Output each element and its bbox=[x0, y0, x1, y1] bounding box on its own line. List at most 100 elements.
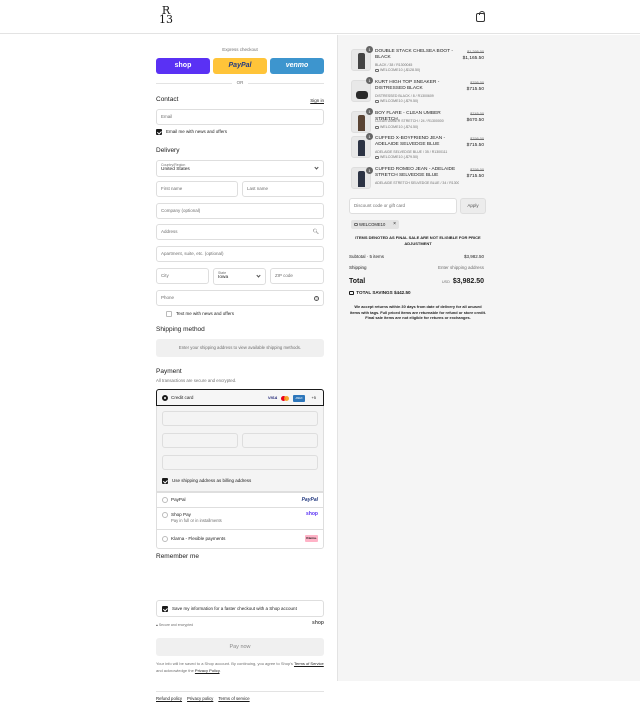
security-code-field[interactable] bbox=[242, 433, 318, 448]
currency-code: USD bbox=[441, 280, 450, 284]
country-select[interactable]: Country/Region United States bbox=[156, 160, 324, 177]
address-field[interactable]: Address 🔍︎ bbox=[156, 224, 324, 240]
discounted-price: $1,165.50 bbox=[462, 56, 484, 61]
quantity-badge: 1 bbox=[366, 108, 373, 115]
shop-pay-radio[interactable] bbox=[162, 512, 168, 518]
first-name-placeholder: First name bbox=[161, 186, 183, 191]
express-checkout-title: Express checkout bbox=[222, 47, 258, 52]
first-name-field[interactable]: First name bbox=[156, 181, 238, 197]
shopping-bag-icon[interactable] bbox=[476, 11, 485, 22]
fine-end: . bbox=[219, 667, 221, 673]
privacy-policy-link[interactable]: Privacy policy bbox=[187, 696, 213, 701]
shop-pay-button[interactable]: shop bbox=[156, 58, 210, 74]
klarna-logo: Klarna. bbox=[305, 535, 318, 542]
credit-card-option[interactable]: Credit card VISA AMEX +5 bbox=[156, 389, 324, 406]
phone-field[interactable]: Phone ? bbox=[156, 290, 324, 306]
tag-icon bbox=[375, 99, 379, 103]
text-offers-checkbox[interactable] bbox=[166, 311, 172, 317]
logo-number: 13 bbox=[159, 13, 173, 26]
terms-of-service-link[interactable]: Terms of service bbox=[218, 696, 249, 701]
save-info-label: Save my information for a faster checkou… bbox=[172, 606, 297, 611]
item-discount-label: WELCOME10 (-$79.50) bbox=[380, 155, 419, 159]
remove-discount-icon[interactable]: × bbox=[393, 220, 396, 229]
original-price: $1,295.00 bbox=[467, 50, 484, 54]
email-field[interactable]: Email bbox=[156, 109, 324, 125]
or-label: OR bbox=[236, 80, 244, 85]
item-variant: BLACK / 38 / R1300045 bbox=[375, 63, 413, 67]
paypal-radio[interactable] bbox=[162, 497, 168, 503]
quantity-badge: 1 bbox=[366, 77, 373, 84]
klarna-radio[interactable] bbox=[162, 536, 168, 542]
item-discount: WELCOME10 (-$79.50) bbox=[375, 155, 418, 159]
venmo-button[interactable]: venmo bbox=[270, 58, 324, 74]
city-placeholder: City bbox=[161, 273, 169, 278]
last-name-field[interactable]: Last name bbox=[242, 181, 324, 197]
chevron-down-icon bbox=[256, 273, 261, 278]
expiration-field[interactable] bbox=[162, 433, 238, 448]
news-checkbox[interactable] bbox=[156, 129, 162, 135]
site-header: R 13 bbox=[0, 0, 640, 34]
state-value: Iowa bbox=[218, 275, 229, 280]
apartment-field[interactable]: Apartment, suite, etc. (optional) bbox=[156, 246, 324, 262]
address-placeholder: Address bbox=[161, 229, 178, 234]
tag-icon bbox=[375, 155, 379, 159]
payment-heading: Payment bbox=[156, 368, 182, 375]
shop-pay-option[interactable]: Shop Pay Pay in full or in installments … bbox=[157, 507, 323, 529]
name-on-card-field[interactable] bbox=[162, 455, 318, 470]
item-discount-label: WELCOME10 (-$128.50) bbox=[380, 68, 421, 72]
original-price: $795.00 bbox=[470, 137, 484, 141]
zip-field[interactable]: ZIP code bbox=[270, 268, 324, 284]
billing-checkbox[interactable] bbox=[162, 478, 168, 484]
total-label: Total bbox=[349, 278, 366, 285]
shipping-method-placeholder: Enter your shipping address to view avai… bbox=[156, 339, 324, 357]
company-placeholder: Company (optional) bbox=[161, 208, 201, 213]
shop-pay-logo: shop bbox=[306, 511, 318, 517]
paypal-option[interactable]: PayPal PayPal bbox=[157, 492, 323, 507]
store-logo[interactable]: R 13 bbox=[158, 5, 174, 28]
paypal-label: PayPal bbox=[171, 497, 186, 502]
apply-discount-button[interactable]: Apply bbox=[460, 198, 486, 214]
klarna-option[interactable]: Klarna - Flexible payments Klarna. bbox=[157, 529, 323, 548]
savings-value: $442.50 bbox=[393, 290, 411, 295]
refund-policy-link[interactable]: Refund policy bbox=[156, 696, 182, 701]
item-variant: DISTRESSED BLACK / 8 / R1300609 bbox=[375, 94, 434, 98]
discount-chip-label: WELCOME10 bbox=[359, 222, 386, 227]
total-value: $3,982.50 bbox=[452, 278, 484, 285]
phone-placeholder: Phone bbox=[161, 295, 175, 300]
save-info-checkbox[interactable] bbox=[162, 606, 168, 612]
tag-icon bbox=[375, 125, 379, 129]
company-field[interactable]: Company (optional) bbox=[156, 203, 324, 219]
search-icon: 🔍︎ bbox=[312, 229, 319, 235]
city-field[interactable]: City bbox=[156, 268, 209, 284]
news-label: Email me with news and offers bbox=[166, 129, 227, 134]
privacy-link[interactable]: Privacy Policy bbox=[195, 668, 220, 673]
paypal-logo: PayPal bbox=[301, 497, 318, 503]
footer-links: Refund policy Privacy policy Terms of serv… bbox=[156, 691, 324, 701]
item-discount: WELCOME10 (-$128.50) bbox=[375, 68, 420, 72]
sign-in-link[interactable]: Sign in bbox=[310, 98, 324, 103]
paypal-button[interactable]: PayPal bbox=[213, 58, 267, 74]
credit-card-label: Credit card bbox=[171, 395, 194, 400]
shop-pay-sub: Pay in full or in installments bbox=[171, 518, 222, 523]
card-form: Use shipping address as billing address bbox=[157, 406, 323, 492]
tag-icon bbox=[354, 223, 358, 227]
item-name: CUFFED ROMEO JEAN - ADELAIDE STRETCH SEL… bbox=[375, 167, 456, 178]
chevron-down-icon bbox=[314, 165, 319, 170]
discounted-price: $670.50 bbox=[466, 118, 484, 123]
savings-tag-icon bbox=[349, 290, 354, 295]
card-number-field[interactable] bbox=[162, 411, 318, 426]
help-icon[interactable]: ? bbox=[314, 296, 319, 301]
discounted-price: $715.50 bbox=[466, 143, 484, 148]
apartment-placeholder: Apartment, suite, etc. (optional) bbox=[161, 251, 224, 256]
delivery-heading: Delivery bbox=[156, 147, 180, 154]
discount-code-input[interactable]: Discount code or gift card bbox=[349, 198, 457, 214]
product-image bbox=[356, 91, 368, 99]
credit-card-radio[interactable] bbox=[162, 395, 168, 401]
terms-link[interactable]: Terms of Service bbox=[294, 661, 324, 666]
state-select[interactable]: State Iowa bbox=[213, 268, 266, 285]
remember-heading: Remember me bbox=[156, 553, 199, 560]
discount-chip: WELCOME10 × bbox=[351, 220, 399, 229]
mastercard-icon bbox=[280, 395, 290, 401]
pay-now-button[interactable]: Pay now bbox=[156, 638, 324, 656]
tag-icon bbox=[375, 68, 379, 72]
